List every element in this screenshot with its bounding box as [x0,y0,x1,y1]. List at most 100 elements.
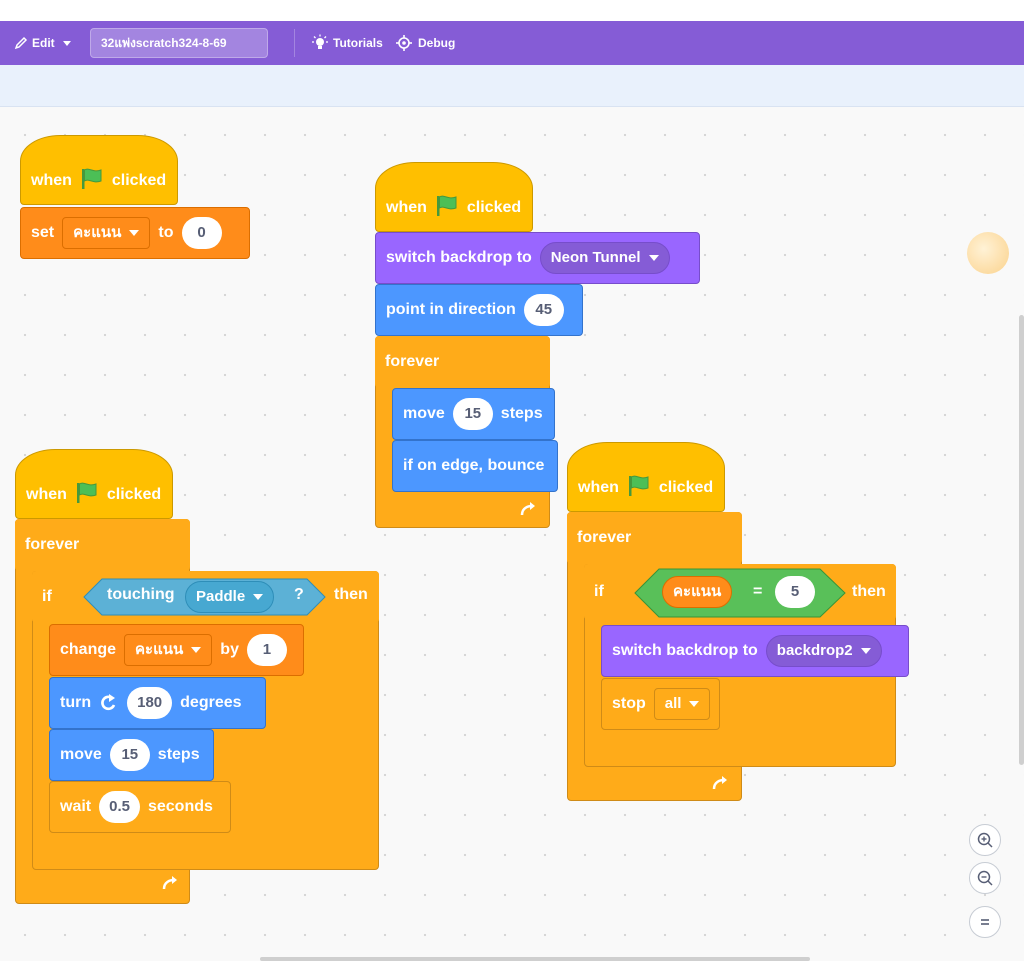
point-label: point in direction [386,301,516,318]
dropdown-arrow-icon [253,594,264,600]
switch-backdrop-block[interactable]: switch backdrop to backdrop2 [601,625,909,677]
variable-name: คะแนน [135,641,184,658]
hat-clicked-text: clicked [111,172,167,189]
backdrop-dropdown[interactable]: Neon Tunnel [539,242,670,274]
hat-when-text: when [578,479,619,496]
backdrop-name: backdrop2 [776,642,853,659]
point-in-direction-block[interactable]: point in direction 45 [375,284,583,336]
then-label: then [334,586,368,603]
touching-label: touching [107,586,175,603]
equals-operator: = [753,583,763,600]
horizontal-scrollbar[interactable] [260,957,810,961]
edit-menu-label: Edit [32,36,55,50]
value-input[interactable]: 0 [181,217,222,249]
green-flag-icon [436,195,457,216]
hat-clicked-text: clicked [466,199,522,216]
switch-backdrop-label: switch backdrop to [612,642,758,659]
zoom-reset-icon [981,919,989,925]
hat-clicked-text: clicked [658,479,714,496]
green-flag-icon [81,168,102,189]
when-flag-clicked-block[interactable]: when clicked [375,162,533,232]
bounce-label: if on edge, bounce [403,457,545,474]
zoom-in-button[interactable] [969,824,1001,856]
if-label: if [594,583,604,600]
loop-arrow-icon [712,776,727,790]
variable-dropdown[interactable]: คะแนน [62,217,151,249]
forever-label: forever [577,529,632,546]
wait-block[interactable]: wait 0.5 seconds [49,781,231,833]
move-steps-block[interactable]: move 15 steps [49,729,214,781]
if-header: if คะแนน = 5 then [584,564,896,620]
loop-arrow-icon [162,876,177,890]
zoom-reset-button[interactable] [969,906,1001,938]
debug-icon [396,35,412,51]
project-title-input[interactable]: 32แพ่งscratch324-8-69 [90,28,268,58]
pencil-icon [14,36,28,50]
backdrop-dropdown[interactable]: backdrop2 [765,635,882,667]
seconds-label: seconds [147,798,213,815]
dropdown-arrow-icon [689,701,700,707]
when-flag-clicked-block[interactable]: when clicked [567,442,725,512]
when-flag-clicked-block[interactable]: when clicked [15,449,173,519]
steps-input[interactable]: 15 [452,398,493,430]
turn-right-icon [101,694,116,711]
tab-bar [0,65,1024,107]
menu-divider [294,29,295,57]
wait-input[interactable]: 0.5 [99,791,140,823]
tutorials-button[interactable]: Tutorials [311,21,383,65]
bounce-block[interactable]: if on edge, bounce [392,440,558,492]
variable-reporter[interactable]: คะแนน [662,576,733,608]
zoom-out-icon [977,870,993,886]
stop-label: stop [612,695,646,712]
touching-object: Paddle [196,588,246,605]
direction-input[interactable]: 45 [523,294,564,326]
switch-backdrop-block[interactable]: switch backdrop to Neon Tunnel [375,232,700,284]
hat-when-text: when [26,486,67,503]
set-variable-block[interactable]: set คะแนน to 0 [20,207,250,259]
turn-label: turn [60,694,92,711]
bulb-icon [312,34,328,49]
debug-button[interactable]: Debug [394,21,455,65]
debug-label: Debug [418,36,456,50]
steps-input[interactable]: 15 [109,739,150,771]
vertical-scrollbar[interactable] [1019,315,1024,765]
change-value-input[interactable]: 1 [246,634,287,666]
move-label: move [60,746,102,763]
move-label: move [403,405,445,422]
steps-label: steps [157,746,200,763]
change-label: change [60,641,117,658]
when-flag-clicked-block[interactable]: when clicked [20,135,178,205]
menu-bar: Edit 32แพ่งscratch324-8-69 Tutorials Deb… [0,21,1024,65]
dropdown-arrow-icon [191,647,202,653]
zoom-in-icon [977,832,993,848]
then-label: then [852,583,886,600]
if-label: if [42,588,52,605]
equals-value-input[interactable]: 5 [775,576,815,608]
variable-name: คะแนน [73,224,122,241]
forever-header: forever [375,336,550,388]
stop-option: all [664,695,682,712]
loop-arrow-icon [520,502,535,516]
by-label: by [220,641,239,658]
edit-menu[interactable]: Edit [14,21,71,65]
touching-dropdown[interactable]: Paddle [185,581,275,613]
steps-label: steps [500,405,543,422]
stop-block[interactable]: stop all [601,678,720,730]
tutorials-label: Tutorials [333,36,383,50]
forever-header: forever [567,512,742,564]
hat-when-text: when [31,172,72,189]
stop-dropdown[interactable]: all [653,688,711,720]
variable-dropdown[interactable]: คะแนน [124,634,213,666]
turn-block[interactable]: turn 180 degrees [49,677,266,729]
degrees-input[interactable]: 180 [127,687,173,719]
zoom-out-button[interactable] [969,862,1001,894]
to-label: to [158,224,174,241]
green-flag-icon [76,482,97,503]
change-variable-block[interactable]: change คะแนน by 1 [49,624,304,676]
dropdown-arrow-icon [129,230,140,236]
forever-header: forever [15,519,190,571]
code-workspace[interactable]: when clicked set คะแนน to 0 when clicked… [0,107,1024,961]
forever-label: forever [385,353,440,370]
question-mark: ? [294,586,304,603]
move-steps-block[interactable]: move 15 steps [392,388,555,440]
